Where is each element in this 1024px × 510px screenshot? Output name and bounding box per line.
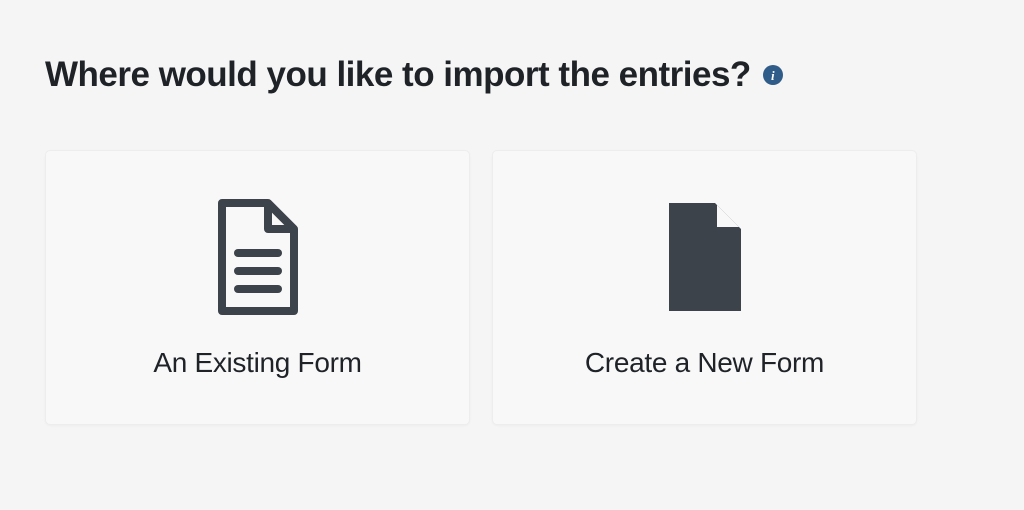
document-filled-icon (645, 197, 765, 317)
existing-form-label: An Existing Form (153, 347, 361, 379)
document-outline-icon (198, 197, 318, 317)
page-title: Where would you like to import the entri… (45, 55, 751, 95)
option-cards: An Existing Form Create a New Form (45, 150, 979, 425)
info-icon[interactable]: i (763, 65, 783, 85)
create-new-form-card[interactable]: Create a New Form (492, 150, 917, 425)
existing-form-card[interactable]: An Existing Form (45, 150, 470, 425)
create-new-form-label: Create a New Form (585, 347, 824, 379)
